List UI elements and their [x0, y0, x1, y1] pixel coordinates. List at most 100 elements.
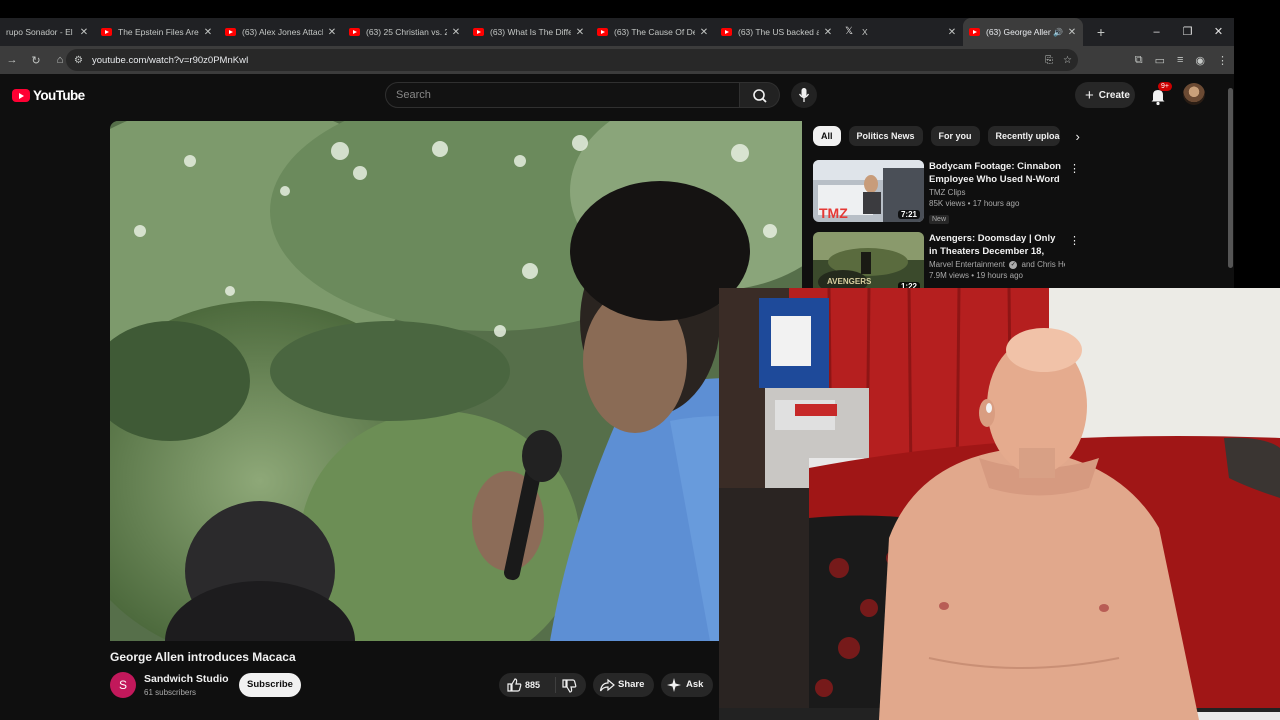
- chip-recently-uploaded[interactable]: Recently uploaded: [987, 126, 1060, 146]
- create-button[interactable]: + Create: [1075, 82, 1135, 108]
- tab-8[interactable]: 𝕏 X ✕: [839, 18, 963, 46]
- tab-title: (63) Alex Jones Attack: [242, 27, 323, 37]
- new-tab-button[interactable]: +: [1093, 24, 1109, 40]
- search-input[interactable]: Search: [385, 82, 740, 108]
- share-label: Share: [618, 679, 645, 690]
- share-button[interactable]: Share: [593, 673, 654, 697]
- tab-title: (63) George Allen: [986, 27, 1052, 37]
- site-info-icon[interactable]: ⚙: [74, 55, 90, 66]
- tab-title: (63) What Is The Diffe: [490, 27, 571, 37]
- chip-politics-news[interactable]: Politics News: [848, 126, 923, 146]
- extension-area: ⧉ ▭ ≡ ◉ ⋮: [1135, 46, 1228, 74]
- account-avatar[interactable]: [1183, 83, 1205, 105]
- microphone-icon: [798, 88, 810, 102]
- voice-search-button[interactable]: [791, 82, 817, 108]
- recommendation-channel[interactable]: Marvel Entertainment: [929, 260, 1005, 269]
- recommendation-channel-line: Marvel Entertainment ✓ and Chris Hem...: [929, 260, 1065, 269]
- tab-2[interactable]: The Epstein Files Are ✕: [95, 18, 219, 46]
- video-frame: [110, 121, 802, 641]
- menu-kebab-icon[interactable]: ⋮: [1217, 54, 1228, 67]
- thumbs-up-icon[interactable]: [506, 677, 522, 693]
- install-app-icon[interactable]: ⎘: [1045, 55, 1053, 66]
- minimize-icon[interactable]: –: [1141, 18, 1172, 46]
- chevron-right-icon[interactable]: ›: [1076, 129, 1080, 144]
- recommendation-title[interactable]: Avengers: Doomsday | Only in Theaters De…: [929, 232, 1065, 258]
- recommendation-item[interactable]: TMZ 7:21 Bodycam Footage: Cinnabon Emplo…: [813, 160, 1083, 224]
- youtube-favicon-icon: [969, 28, 980, 36]
- channel-name[interactable]: Sandwich Studio: [144, 673, 229, 685]
- subscribe-button[interactable]: Subscribe: [239, 673, 301, 697]
- close-tab-icon[interactable]: ✕: [1067, 27, 1077, 38]
- chip-for-you[interactable]: For you: [930, 126, 980, 146]
- tab-9-active[interactable]: (63) George Allen 🔊 ✕: [963, 18, 1083, 46]
- youtube-favicon-icon: [721, 28, 732, 36]
- new-badge: New: [929, 215, 950, 224]
- bookmark-star-icon[interactable]: ☆: [1063, 55, 1072, 66]
- notification-badge: 9+: [1158, 82, 1172, 91]
- notifications-button[interactable]: 9+: [1148, 82, 1172, 106]
- video-title: George Allen introduces Macaca: [110, 650, 296, 664]
- close-tab-icon[interactable]: ✕: [327, 27, 337, 38]
- youtube-play-logo-icon: [12, 89, 30, 102]
- youtube-favicon-icon: [225, 28, 236, 36]
- restore-icon[interactable]: ❐: [1172, 18, 1203, 46]
- tab-3[interactable]: (63) Alex Jones Attack ✕: [219, 18, 343, 46]
- tab-4[interactable]: (63) 25 Christian vs. 2 ✕: [343, 18, 467, 46]
- close-tab-icon[interactable]: ✕: [575, 27, 585, 38]
- recommendation-meta: 85K views • 17 hours ago: [929, 199, 1020, 208]
- close-window-icon[interactable]: ✕: [1203, 18, 1234, 46]
- recommendation-title[interactable]: Bodycam Footage: Cinnabon Employee Who U…: [929, 160, 1065, 186]
- reload-icon[interactable]: ↻: [24, 54, 48, 67]
- close-tab-icon[interactable]: ✕: [451, 27, 461, 38]
- like-divider: [555, 677, 556, 693]
- recommendation-item[interactable]: AVENGERS 1:22 Avengers: Doomsday | Only …: [813, 232, 1083, 296]
- recommendation-channel[interactable]: TMZ Clips: [929, 188, 1065, 197]
- youtube-favicon-icon: [473, 28, 484, 36]
- tab-6[interactable]: (63) The Cause Of De ✕: [591, 18, 715, 46]
- screen: rupo Sonador - El P ✕ The Epstein Files …: [0, 0, 1280, 720]
- close-tab-icon[interactable]: ✕: [947, 27, 957, 38]
- video-duration: 7:21: [897, 210, 920, 219]
- window-controls: – ❐ ✕: [1141, 18, 1234, 46]
- recommendation-channel-extra[interactable]: and Chris Hem...: [1022, 260, 1066, 269]
- tab-5[interactable]: (63) What Is The Diffe ✕: [467, 18, 591, 46]
- scrollbar-thumb[interactable]: [1228, 88, 1233, 268]
- video-thumbnail[interactable]: AVENGERS 1:22: [813, 232, 924, 294]
- sidepanel-icon[interactable]: ▭: [1155, 54, 1165, 67]
- youtube-favicon-icon: [349, 28, 360, 36]
- forward-icon[interactable]: →: [0, 54, 24, 66]
- youtube-logo[interactable]: YouTube: [12, 88, 85, 103]
- omnibox-actions: ⎘ ☆: [1045, 49, 1072, 71]
- ask-label: Ask: [686, 679, 704, 690]
- plus-icon: +: [1085, 86, 1094, 104]
- channel-avatar[interactable]: S: [110, 672, 136, 698]
- video-thumbnail[interactable]: TMZ 7:21: [813, 160, 924, 222]
- chip-all[interactable]: All: [813, 126, 841, 146]
- search-button[interactable]: [740, 82, 780, 108]
- close-tab-icon[interactable]: ✕: [823, 27, 833, 38]
- tab-title: (63) 25 Christian vs. 2: [366, 27, 447, 37]
- extensions-icon[interactable]: ⧉: [1135, 54, 1143, 67]
- webcam-feed-image: [719, 288, 1280, 720]
- tab-1[interactable]: rupo Sonador - El P ✕: [0, 18, 95, 46]
- video-player[interactable]: [110, 121, 802, 641]
- url-text: youtube.com/watch?v=r90z0PMnKwI: [92, 54, 249, 66]
- youtube-favicon-icon: [597, 28, 608, 36]
- svg-text:AVENGERS: AVENGERS: [827, 277, 872, 286]
- tab-strip: rupo Sonador - El P ✕ The Epstein Files …: [0, 18, 1234, 46]
- tab-7[interactable]: (63) The US backed a ✕: [715, 18, 839, 46]
- profile-icon[interactable]: ◉: [1195, 54, 1205, 67]
- speaker-icon[interactable]: 🔊: [1053, 28, 1063, 37]
- thumbs-down-icon[interactable]: [561, 678, 577, 694]
- tab-title: rupo Sonador - El P: [6, 27, 75, 37]
- media-controls-icon[interactable]: ≡: [1177, 54, 1183, 66]
- more-actions-icon[interactable]: ⋮: [1069, 234, 1080, 247]
- address-bar[interactable]: ⚙ youtube.com/watch?v=r90z0PMnKwI ⎘ ☆: [66, 49, 1078, 71]
- close-tab-icon[interactable]: ✕: [79, 27, 89, 38]
- close-tab-icon[interactable]: ✕: [699, 27, 709, 38]
- tab-title: (63) The Cause Of De: [614, 27, 695, 37]
- more-actions-icon[interactable]: ⋮: [1069, 162, 1080, 175]
- ask-button[interactable]: Ask: [661, 673, 713, 697]
- close-tab-icon[interactable]: ✕: [203, 27, 213, 38]
- recommendation-details: Avengers: Doomsday | Only in Theaters De…: [929, 232, 1065, 280]
